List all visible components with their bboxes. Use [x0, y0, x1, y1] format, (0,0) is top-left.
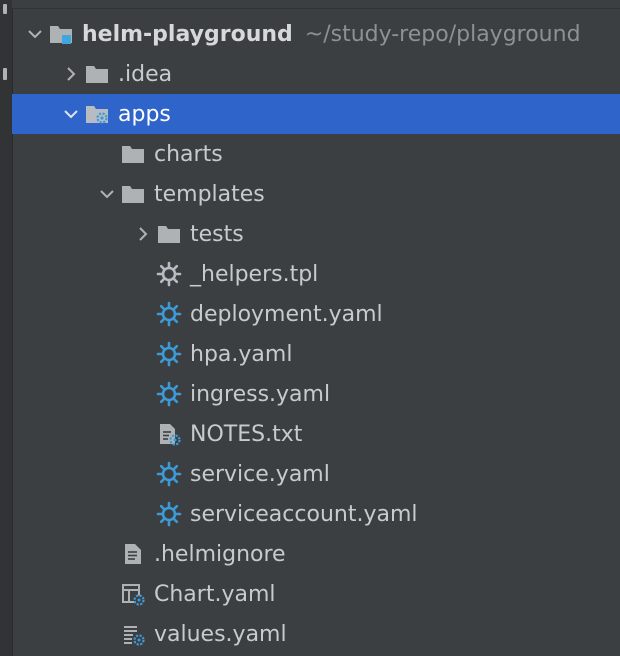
toolbar-edge [12, 0, 620, 9]
chevron-right-icon[interactable] [58, 54, 84, 94]
gear-icon [156, 501, 182, 527]
tree-row-hpa[interactable]: hpa.yaml [12, 334, 620, 374]
tree-row-service[interactable]: service.yaml [12, 454, 620, 494]
tree-row-apps[interactable]: apps [12, 94, 620, 134]
folder-icon [84, 61, 110, 87]
strip-mark [3, 68, 7, 80]
folder-icon [120, 141, 146, 167]
tree-item-label: .helmignore [154, 541, 286, 567]
tree-item-label: deployment.yaml [190, 301, 383, 327]
tree-row-ingress[interactable]: ingress.yaml [12, 374, 620, 414]
tree-row-deployment[interactable]: deployment.yaml [12, 294, 620, 334]
tree-row-chart[interactable]: Chart.yaml [12, 574, 620, 614]
tree-item-label: helm-playground [82, 21, 293, 47]
strip-mark [3, 4, 7, 14]
helm-folder-icon [84, 101, 110, 127]
tree-item-label: _helpers.tpl [190, 261, 319, 287]
tree-row-values[interactable]: values.yaml [12, 614, 620, 654]
chevron-down-icon[interactable] [58, 94, 84, 134]
project-tree[interactable]: helm-playground ~/study-repo/playground … [12, 14, 620, 654]
tree-row-idea[interactable]: .idea [12, 54, 620, 94]
tree-item-path: ~/study-repo/playground [304, 21, 581, 47]
tree-item-label: hpa.yaml [190, 341, 293, 367]
tree-item-label: apps [118, 101, 171, 127]
values-file-icon [120, 621, 146, 647]
tree-item-label: service.yaml [190, 461, 330, 487]
tree-row-charts[interactable]: charts [12, 134, 620, 174]
folder-icon [156, 221, 182, 247]
gear-icon [156, 261, 182, 287]
tree-item-label: tests [190, 221, 244, 247]
tree-row-notes[interactable]: NOTES.txt [12, 414, 620, 454]
tree-item-label: charts [154, 141, 223, 167]
tree-item-label: ingress.yaml [190, 381, 331, 407]
tree-item-label: Chart.yaml [154, 581, 276, 607]
tree-item-label: templates [154, 181, 265, 207]
text-file-icon [156, 421, 182, 447]
tree-item-label: serviceaccount.yaml [190, 501, 418, 527]
tree-item-label: values.yaml [154, 621, 287, 647]
tree-row-serviceaccount[interactable]: serviceaccount.yaml [12, 494, 620, 534]
gear-icon [156, 341, 182, 367]
gear-icon [156, 461, 182, 487]
tree-item-label: .idea [118, 61, 173, 87]
folder-icon [120, 181, 146, 207]
tree-row-helmignore[interactable]: .helmignore [12, 534, 620, 574]
chevron-down-icon[interactable] [94, 174, 120, 214]
chart-file-icon [120, 581, 146, 607]
tree-row-helm-playground[interactable]: helm-playground ~/study-repo/playground [12, 14, 620, 54]
tree-row-tests[interactable]: tests [12, 214, 620, 254]
text-file-icon [120, 541, 146, 567]
gear-icon [156, 381, 182, 407]
tree-row-helpers[interactable]: _helpers.tpl [12, 254, 620, 294]
module-folder-icon [48, 21, 74, 47]
tree-row-templates[interactable]: templates [12, 174, 620, 214]
chevron-right-icon[interactable] [130, 214, 156, 254]
chevron-down-icon[interactable] [22, 14, 48, 54]
tree-item-label: NOTES.txt [190, 421, 303, 447]
gear-icon [156, 301, 182, 327]
